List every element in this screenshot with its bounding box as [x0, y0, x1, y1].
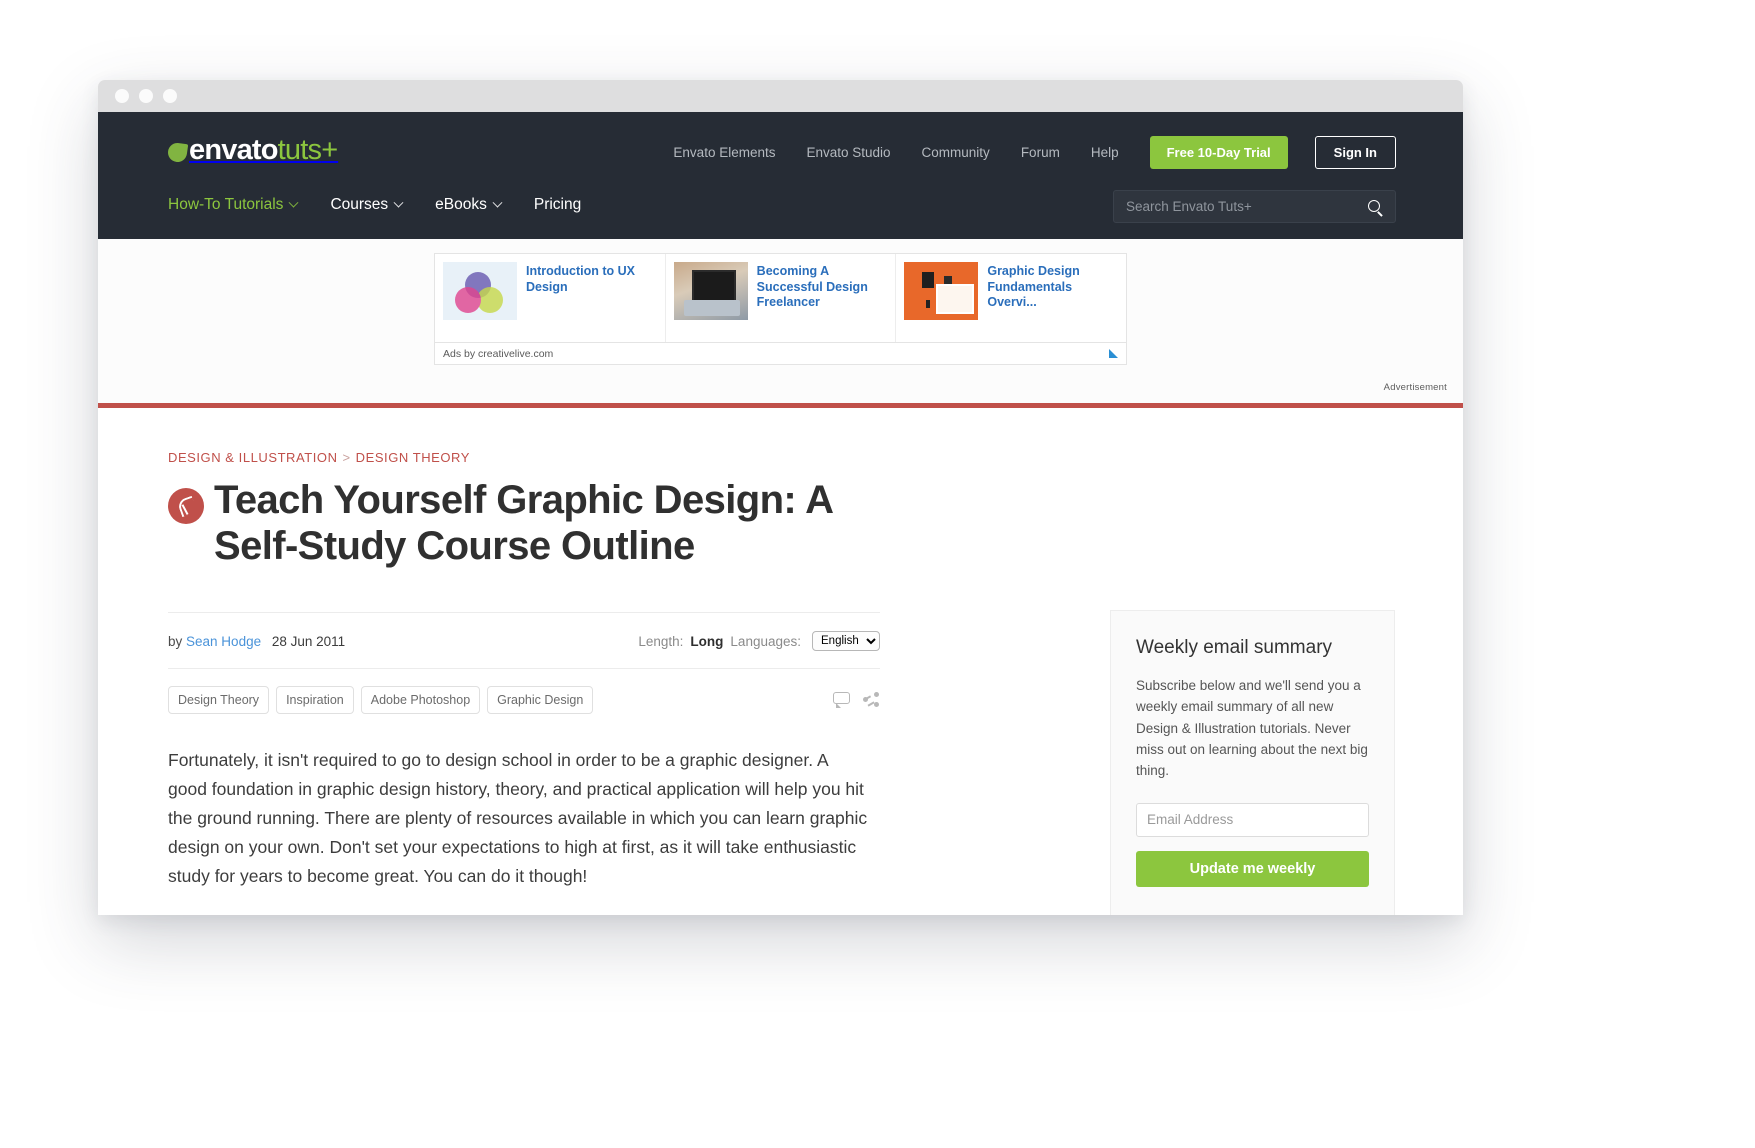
- header-utility-nav: Envato Elements Envato Studio Community …: [673, 136, 1396, 169]
- ad-slot[interactable]: Graphic Design Fundamentals Overvi...: [895, 254, 1126, 342]
- chevron-down-icon: [492, 197, 503, 208]
- top-link-help[interactable]: Help: [1091, 145, 1119, 160]
- tag-item[interactable]: Inspiration: [276, 686, 354, 715]
- comment-icon[interactable]: [833, 692, 850, 709]
- adchoices-icon[interactable]: [1109, 349, 1118, 358]
- breadcrumb: DESIGN & ILLUSTRATION > DESIGN THEORY: [168, 450, 880, 465]
- by-prefix: by: [168, 633, 183, 649]
- article-action-icons: [833, 692, 880, 709]
- ad-slot[interactable]: Introduction to UX Design: [435, 254, 665, 342]
- logo-text-plus: +: [321, 134, 339, 166]
- ad-footer: Ads by creativelive.com: [434, 343, 1127, 365]
- article-attributes: Length: Long Languages: English: [638, 631, 880, 652]
- tag-list: Design Theory Inspiration Adobe Photosho…: [168, 686, 594, 715]
- logo-text-tuts: tuts: [277, 134, 322, 166]
- top-link-envato-elements[interactable]: Envato Elements: [673, 145, 775, 160]
- search-icon: [1368, 199, 1382, 214]
- ad-thumbnail-image: [443, 262, 517, 320]
- ad-title-link[interactable]: Introduction to UX Design: [526, 262, 659, 295]
- ad-attribution: Ads by creativelive.com: [443, 347, 554, 360]
- publish-date: 28 Jun 2011: [271, 633, 346, 649]
- article: DESIGN & ILLUSTRATION > DESIGN THEORY Teac…: [168, 450, 880, 891]
- article-body: Fortunately, it isn't required to go to …: [168, 750, 868, 887]
- chevron-down-icon: [288, 197, 299, 208]
- nav-label-ebooks: eBooks: [435, 196, 487, 213]
- top-link-forum[interactable]: Forum: [1021, 145, 1060, 160]
- email-field[interactable]: [1136, 802, 1369, 837]
- site-logo[interactable]: envato tuts +: [168, 134, 338, 167]
- header-top-row: envato tuts + Envato Elements Envato Stu…: [98, 112, 1463, 182]
- nav-label-courses: Courses: [330, 196, 389, 213]
- newsletter-sidebar: Weekly email summary Subscribe below and…: [1110, 610, 1395, 915]
- page-title: Teach Yourself Graphic Design: A Self-St…: [214, 478, 833, 568]
- advertisement-label: Advertisement: [1383, 382, 1447, 393]
- length-value: Long: [690, 633, 724, 649]
- article-tags-row: Design Theory Inspiration Adobe Photosho…: [168, 668, 880, 715]
- tag-item[interactable]: Graphic Design: [487, 686, 594, 715]
- ad-title-link[interactable]: Graphic Design Fundamentals Overvi...: [987, 262, 1120, 311]
- top-link-community[interactable]: Community: [922, 145, 990, 160]
- advertisement-band: Introduction to UX Design Becoming A Suc…: [98, 239, 1463, 408]
- nav-item-pricing[interactable]: Pricing: [534, 196, 581, 214]
- byline: by Sean Hodge 28 Jun 2011: [168, 634, 345, 649]
- ad-unit: Introduction to UX Design Becoming A Suc…: [434, 253, 1127, 343]
- article-title-row: Teach Yourself Graphic Design: A Self-St…: [168, 478, 880, 569]
- breadcrumb-parent-link[interactable]: DESIGN & ILLUSTRATION: [168, 450, 338, 465]
- tag-item[interactable]: Design Theory: [168, 686, 270, 715]
- sign-in-button[interactable]: Sign In: [1314, 136, 1396, 169]
- chevron-down-icon: [393, 197, 404, 208]
- header-main-row: How-To Tutorials Courses eBooks Pricing: [98, 182, 1463, 239]
- nav-item-courses[interactable]: Courses: [330, 196, 404, 214]
- breadcrumb-separator: >: [342, 450, 351, 465]
- search-input[interactable]: [1114, 199, 1362, 214]
- leaf-icon: [168, 143, 187, 162]
- tag-item[interactable]: Adobe Photoshop: [360, 686, 481, 715]
- author-link[interactable]: Sean Hodge: [186, 634, 261, 649]
- length-label: Length:: [638, 633, 684, 649]
- nav-item-ebooks[interactable]: eBooks: [435, 196, 503, 214]
- window-minimize-button[interactable]: [139, 89, 153, 103]
- nav-label-how-to-tutorials: How-To Tutorials: [168, 196, 284, 213]
- newsletter-title: Weekly email summary: [1136, 637, 1333, 658]
- browser-viewport: envato tuts + Envato Elements Envato Stu…: [98, 112, 1463, 915]
- window-maximize-button[interactable]: [163, 89, 177, 103]
- ad-thumbnail-image: [673, 262, 748, 320]
- search-box[interactable]: [1113, 190, 1396, 223]
- languages-label: Languages:: [730, 633, 801, 649]
- window-close-button[interactable]: [115, 89, 129, 103]
- newsletter-description: Subscribe below and we'll send you a wee…: [1136, 678, 1368, 779]
- share-icon[interactable]: [863, 692, 880, 708]
- search-submit-button[interactable]: [1362, 199, 1395, 214]
- top-link-envato-studio[interactable]: Envato Studio: [806, 145, 890, 160]
- window-titlebar: [98, 80, 1463, 112]
- ad-thumbnail-image: [904, 262, 979, 320]
- logo-text-envato: envato: [189, 134, 278, 166]
- subscribe-button[interactable]: Update me weekly: [1136, 850, 1369, 887]
- article-meta-row: by Sean Hodge 28 Jun 2011 Length: Long L…: [168, 612, 880, 652]
- nav-label-pricing: Pricing: [533, 196, 582, 213]
- design-category-icon: [168, 488, 204, 524]
- nav-item-how-to-tutorials[interactable]: How-To Tutorials: [168, 196, 299, 214]
- language-select[interactable]: English: [812, 631, 880, 652]
- ad-title-link[interactable]: Becoming A Successful Design Freelancer: [757, 262, 890, 311]
- ad-slot[interactable]: Becoming A Successful Design Freelancer: [664, 254, 896, 342]
- browser-window: envato tuts + Envato Elements Envato Stu…: [98, 80, 1463, 915]
- site-header: envato tuts + Envato Elements Envato Stu…: [98, 112, 1463, 239]
- primary-nav: How-To Tutorials Courses eBooks Pricing: [168, 196, 614, 214]
- breadcrumb-child-link[interactable]: DESIGN THEORY: [356, 450, 470, 465]
- free-trial-button[interactable]: Free 10-Day Trial: [1149, 136, 1288, 169]
